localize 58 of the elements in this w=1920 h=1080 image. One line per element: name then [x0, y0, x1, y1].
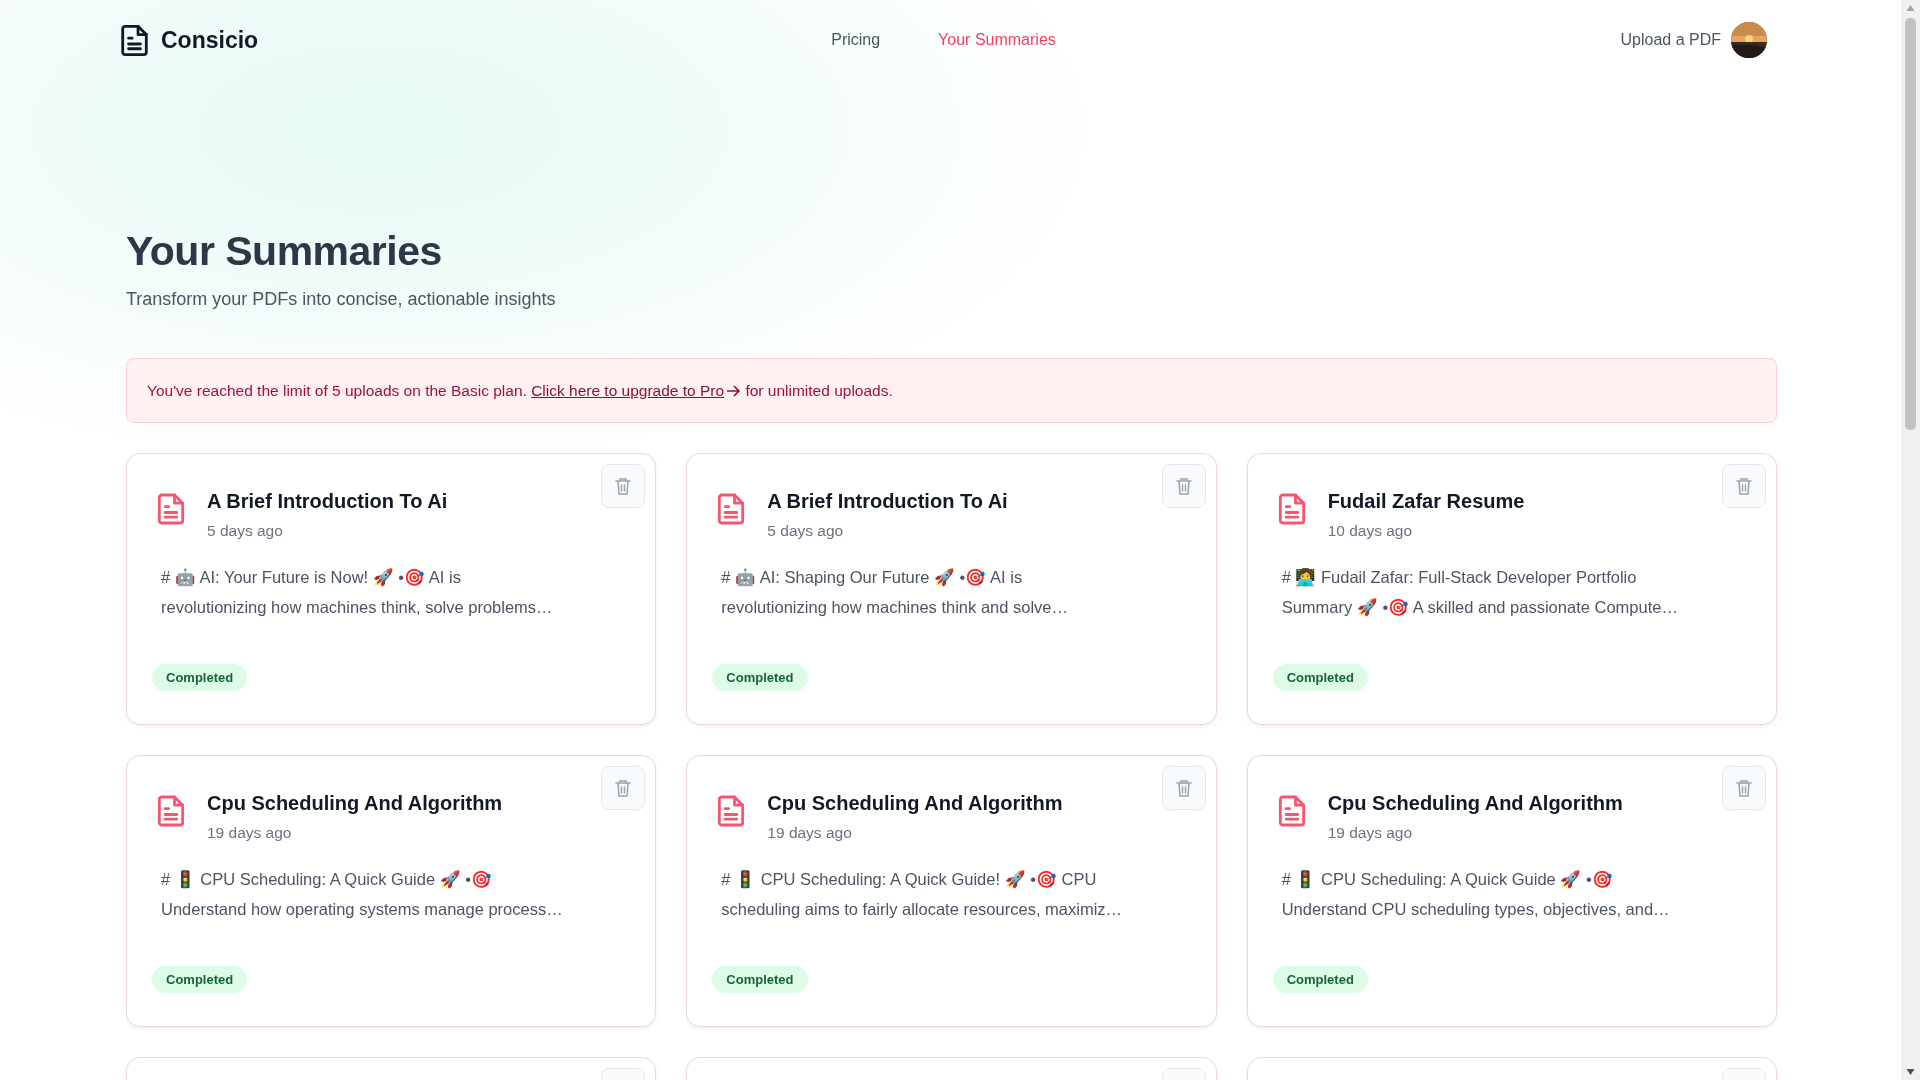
delete-button[interactable] [1161, 766, 1206, 810]
summary-preview: # 🤖 AI: Your Future is Now! 🚀 •🎯 AI is revolutionizing how machines think, solve problems… [161, 567, 554, 618]
summary-preview: # 🚦 CPU Scheduling: A Quick Guide! 🚀 •🎯 CPU scheduling aims to fairly allocate resources, maximiz… [721, 869, 1124, 920]
summary-card[interactable]: Cpu Scheduling And Algorithm 19 days ago # 🚦 CPU Scheduling: A Quick Guide! 🚀 •🎯 CPU scheduling aims to fairly allocate resources, maximiz… Completed [686, 755, 1217, 1027]
trash-icon [615, 779, 632, 797]
alert-message: You've reached the limit of 5 uploads on the Basic plan. Click here to upgrade to Pro for unlimited uploads. [147, 381, 893, 400]
status-badge: Completed [1272, 664, 1368, 691]
summary-title: Cpu Scheduling And Algorithm [207, 792, 503, 815]
logo-icon [120, 23, 149, 57]
trash-icon [1175, 477, 1192, 495]
status-badge: Completed [152, 664, 248, 691]
status-badge: Completed [1272, 966, 1368, 993]
trash-icon [1736, 779, 1752, 797]
status-badge: Completed [712, 664, 808, 691]
summary-preview: # 🚦 CPU Scheduling: A Quick Guide 🚀 •🎯 Understand how operating systems manage process… [161, 869, 564, 920]
document-icon [717, 794, 746, 828]
summary-title: Fudail Zafar Resume [1327, 490, 1525, 513]
status-badge: Completed [712, 966, 808, 993]
document-icon [1277, 492, 1306, 526]
trash-icon [615, 477, 632, 495]
trash-icon [1175, 779, 1192, 797]
summary-title: Cpu Scheduling And Algorithm [1327, 792, 1623, 815]
delete-button[interactable] [601, 464, 646, 508]
summary-preview: # 👩‍💻 Fudail Zafar: Full-Stack Developer Portfolio Summary 🚀 •🎯 A skilled and passionate Compute… [1281, 567, 1679, 619]
trash-icon [1736, 477, 1752, 495]
summary-date: 19 days ago [767, 824, 853, 842]
summary-preview: # 🤖 AI: Shaping Our Future 🚀 •🎯 AI is revolutionizing how machines think and solve… [721, 567, 1069, 618]
summary-date: 5 days ago [767, 522, 845, 540]
summary-card[interactable]: Cpu Scheduling And Algorithm 19 days ago # 🚦 CPU Scheduling: A Quick Guide 🚀 •🎯 Understand how operating systems manage process… Completed [126, 755, 657, 1027]
delete-button[interactable] [1722, 464, 1766, 508]
summary-card[interactable]: A Brief Introduction To Ai 5 days ago # 🤖 AI: Shaping Our Future 🚀 •🎯 AI is revolutionizing how machines think and solve… Completed [686, 453, 1217, 725]
summary-title: A Brief Introduction To Ai [767, 490, 1008, 513]
summary-card[interactable]: Cpu Scheduling And Algorithm 19 days ago # 🚦 CPU Scheduling: A Quick Guide 🚀 •🎯 Understand CPU scheduling types, objectives, and… Completed [1246, 755, 1777, 1027]
summary-date: 10 days ago [1327, 522, 1414, 540]
summary-date: 19 days ago [207, 824, 293, 842]
summary-title: Cpu Scheduling And Algorithm [767, 792, 1063, 815]
document-icon [157, 794, 185, 828]
summary-preview: # 🚦 CPU Scheduling: A Quick Guide 🚀 •🎯 Understand CPU scheduling types, objectives, and… [1281, 869, 1671, 920]
delete-button[interactable] [1722, 766, 1766, 810]
nav-link[interactable]: Pricing [831, 31, 881, 49]
brand-name[interactable]: Consicio [161, 26, 259, 54]
delete-button[interactable] [1161, 464, 1206, 508]
summary-title: A Brief Introduction To Ai [207, 490, 448, 513]
document-icon [717, 492, 746, 526]
summary-card[interactable]: Fudail Zafar Resume 10 days ago # 👩‍💻 Fudail Zafar: Full-Stack Developer Portfolio Summary 🚀 •🎯 A skilled and passionate Compute… Completed [1246, 453, 1777, 725]
summary-date: 5 days ago [207, 522, 284, 540]
arrow-icon [726, 383, 742, 398]
summary-date: 19 days ago [1327, 824, 1414, 842]
document-icon [1277, 794, 1306, 828]
document-icon [157, 492, 185, 526]
status-badge: Completed [152, 966, 248, 993]
upload-link[interactable]: Upload a PDF [1620, 31, 1721, 49]
summary-card[interactable]: A Brief Introduction To Ai 5 days ago # 🤖 AI: Your Future is Now! 🚀 •🎯 AI is revolutionizing how machines think, solve problems… Completed [126, 453, 657, 725]
page-subtitle: Transform your PDFs into concise, actionable insights [126, 289, 557, 310]
page-title: Your Summaries [126, 228, 443, 275]
nav-link[interactable]: Your Summaries [938, 31, 1056, 49]
upgrade-link[interactable]: Click here to upgrade to Pro [531, 381, 742, 400]
delete-button[interactable] [601, 766, 646, 810]
